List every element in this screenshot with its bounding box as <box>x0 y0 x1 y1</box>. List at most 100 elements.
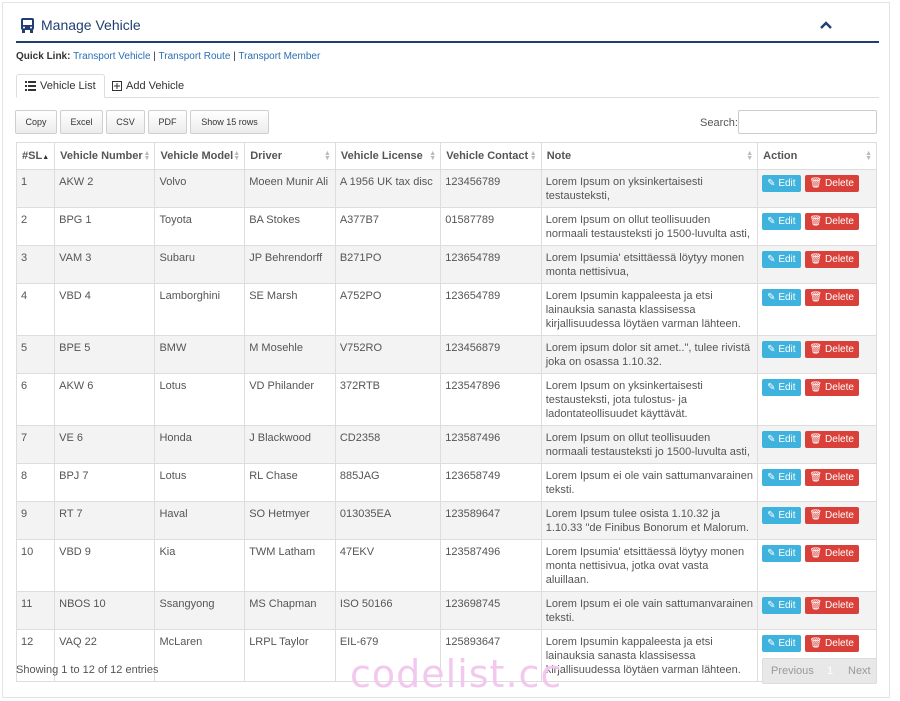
trash-icon: 🗑 <box>809 216 823 227</box>
cell-driver: MS Chapman <box>244 591 336 630</box>
cell-vehicle-number: BPJ 7 <box>54 463 156 502</box>
search-input[interactable] <box>738 110 877 134</box>
edit-button[interactable]: ✎ Edit <box>762 251 801 268</box>
delete-label: Delete <box>825 292 854 303</box>
list-icon <box>25 81 36 91</box>
cell-driver: VD Philander <box>244 373 336 426</box>
delete-button[interactable]: 🗑 Delete <box>804 289 859 306</box>
cell-vehicle-license: 372RTB <box>334 373 442 426</box>
edit-button[interactable]: ✎ Edit <box>762 635 801 652</box>
cell-vehicle-contact: 123589647 <box>440 501 542 540</box>
next-button[interactable]: Next <box>848 665 871 677</box>
previous-button[interactable]: Previous <box>771 665 814 677</box>
edit-button[interactable]: ✎ Edit <box>762 597 801 614</box>
edit-label: Edit <box>778 382 796 393</box>
column-label: Vehicle Model <box>160 150 234 162</box>
delete-button[interactable]: 🗑 Delete <box>804 175 859 192</box>
copy-button[interactable]: Copy <box>15 110 57 134</box>
trash-icon: 🗑 <box>809 292 823 303</box>
cell-action: ✎ Edit 🗑 Delete <box>757 169 877 208</box>
edit-icon: ✎ <box>767 638 776 649</box>
delete-button[interactable]: 🗑 Delete <box>804 379 859 396</box>
column-header-vehicle-number[interactable]: Vehicle Number ▲ ▼ <box>54 142 156 170</box>
delete-button[interactable]: 🗑 Delete <box>804 635 859 652</box>
cell-driver: LRPL Taylor <box>244 629 336 682</box>
cell-vehicle-contact: 01587789 <box>440 207 542 246</box>
cell-vehicle-model: Ssangyong <box>154 591 246 630</box>
column-header-note[interactable]: Note ▲ ▼ <box>540 142 759 170</box>
cell-note: Lorem Ipsum on yksinkertaisesti testaust… <box>540 373 759 426</box>
link-transport-route[interactable]: Transport Route <box>159 51 231 62</box>
edit-label: Edit <box>778 254 796 265</box>
search-label: Search: <box>700 117 738 129</box>
edit-button[interactable]: ✎ Edit <box>762 213 801 230</box>
tab-add-vehicle[interactable]: Add Vehicle <box>104 74 192 98</box>
column-header-vehicle-contact[interactable]: Vehicle Contact ▲ ▼ <box>440 142 542 170</box>
table-row: 3 VAM 3 Subaru JP Behrendorff B271PO 12365478… <box>15 245 877 284</box>
delete-button[interactable]: 🗑 Delete <box>804 597 859 614</box>
cell-vehicle-license: ISO 50166 <box>334 591 442 630</box>
edit-label: Edit <box>778 344 796 355</box>
cell-vehicle-number: VBD 9 <box>54 539 156 592</box>
delete-button[interactable]: 🗑 Delete <box>804 431 859 448</box>
column-header-driver[interactable]: Driver ▲ ▼ <box>244 142 336 170</box>
delete-button[interactable]: 🗑 Delete <box>804 213 859 230</box>
cell-driver: RL Chase <box>244 463 336 502</box>
delete-button[interactable]: 🗑 Delete <box>804 251 859 268</box>
sort-icon: ▲ ▼ <box>746 150 754 162</box>
trash-icon: 🗑 <box>809 178 823 189</box>
edit-button[interactable]: ✎ Edit <box>762 341 801 358</box>
edit-label: Edit <box>778 216 796 227</box>
edit-icon: ✎ <box>767 434 776 445</box>
link-transport-member[interactable]: Transport Member <box>238 51 320 62</box>
cell-action: ✎ Edit 🗑 Delete <box>757 501 877 540</box>
column-header-action[interactable]: Action ▲ ▼ <box>757 142 877 170</box>
cell-sl: 5 <box>15 335 56 374</box>
column-header-sl[interactable]: #SL▲ <box>15 142 56 170</box>
cell-action: ✎ Edit 🗑 Delete <box>757 245 877 284</box>
edit-icon: ✎ <box>767 472 776 483</box>
edit-button[interactable]: ✎ Edit <box>762 431 801 448</box>
cell-vehicle-number: RT 7 <box>54 501 156 540</box>
edit-button[interactable]: ✎ Edit <box>762 469 801 486</box>
cell-sl: 6 <box>15 373 56 426</box>
link-transport-vehicle[interactable]: Transport Vehicle <box>73 51 150 62</box>
cell-vehicle-model: Kia <box>154 539 246 592</box>
edit-icon: ✎ <box>767 548 776 559</box>
csv-button[interactable]: CSV <box>106 110 145 134</box>
delete-label: Delete <box>825 600 854 611</box>
delete-button[interactable]: 🗑 Delete <box>804 341 859 358</box>
cell-vehicle-number: AKW 6 <box>54 373 156 426</box>
edit-button[interactable]: ✎ Edit <box>762 545 801 562</box>
delete-button[interactable]: 🗑 Delete <box>804 545 859 562</box>
cell-sl: 3 <box>15 245 56 284</box>
delete-button[interactable]: 🗑 Delete <box>804 507 859 524</box>
pdf-button[interactable]: PDF <box>148 110 187 134</box>
cell-vehicle-contact: 123547896 <box>440 373 542 426</box>
cell-note: Lorem Ipsumia' etsittäessä löytyy monen … <box>540 245 759 284</box>
tab-vehicle-list[interactable]: Vehicle List <box>16 74 105 98</box>
chevron-up-icon[interactable] <box>818 17 834 33</box>
column-header-vehicle-model[interactable]: Vehicle Model ▲ ▼ <box>154 142 246 170</box>
delete-label: Delete <box>825 434 854 445</box>
edit-label: Edit <box>778 178 796 189</box>
edit-button[interactable]: ✎ Edit <box>762 507 801 524</box>
edit-label: Edit <box>778 510 796 521</box>
show-rows-button[interactable]: Show 15 rows <box>190 110 269 134</box>
edit-button[interactable]: ✎ Edit <box>762 175 801 192</box>
excel-button[interactable]: Excel <box>60 110 103 134</box>
edit-button[interactable]: ✎ Edit <box>762 379 801 396</box>
edit-button[interactable]: ✎ Edit <box>762 289 801 306</box>
cell-driver: TWM Latham <box>244 539 336 592</box>
page-1-button[interactable]: 1 <box>827 665 833 677</box>
vehicle-table: #SL▲ Vehicle Number ▲ ▼ Vehicle Model ▲ ▼ Dr… <box>15 142 877 682</box>
cell-vehicle-license: A 1956 UK tax disc <box>334 169 442 208</box>
column-header-vehicle-license[interactable]: Vehicle License ▲ ▼ <box>334 142 442 170</box>
trash-icon: 🗑 <box>809 434 823 445</box>
cell-vehicle-number: BPG 1 <box>54 207 156 246</box>
delete-button[interactable]: 🗑 Delete <box>804 469 859 486</box>
sort-icon: ▲ ▼ <box>865 150 872 162</box>
edit-icon: ✎ <box>767 382 776 393</box>
page-title: Manage Vehicle <box>20 17 141 33</box>
column-label: Vehicle Contact <box>446 150 529 162</box>
